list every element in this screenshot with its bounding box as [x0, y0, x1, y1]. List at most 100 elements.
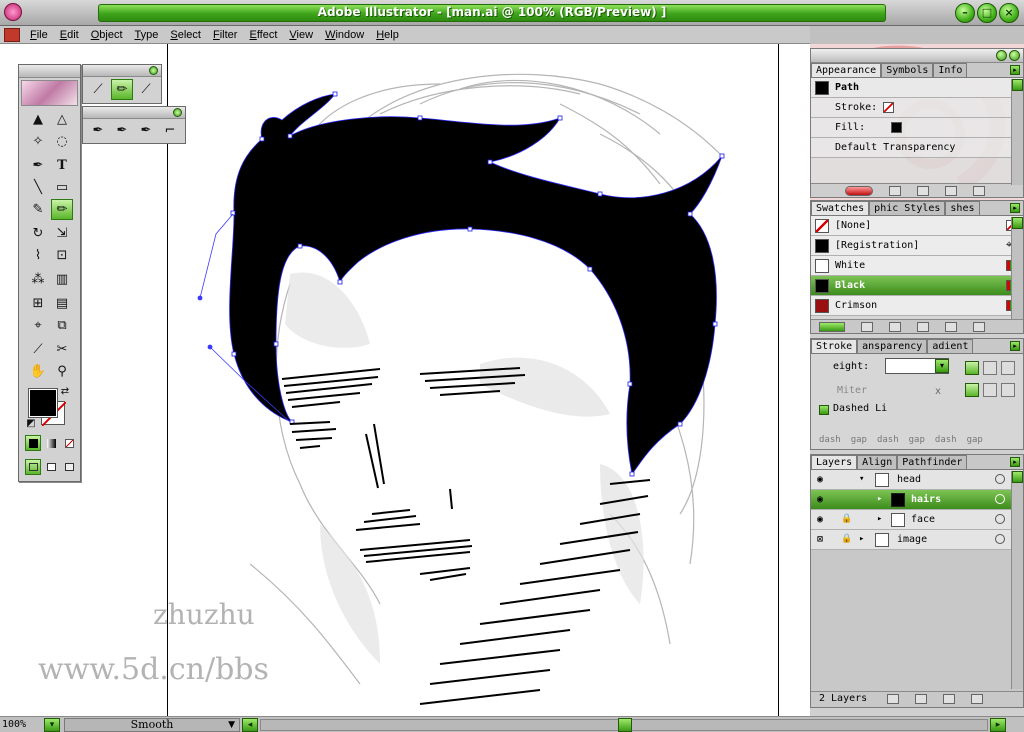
menu-edit[interactable]: Edit [54, 29, 85, 41]
close-button[interactable]: × [999, 3, 1019, 23]
visibility-eye-icon[interactable]: ◉ [817, 510, 823, 529]
duplicate-item-icon[interactable] [945, 185, 958, 196]
dash-2-label[interactable]: dash [877, 435, 899, 445]
bevel-join-button[interactable] [1001, 383, 1015, 397]
paintbrush-tool[interactable]: ✎ [27, 199, 49, 220]
rotate-tool[interactable]: ↻ [27, 223, 49, 244]
menu-view[interactable]: View [283, 29, 319, 41]
toolbox-handle[interactable] [19, 65, 80, 78]
warp-tool[interactable]: ⌇ [27, 245, 49, 266]
status-mode-field[interactable]: Smooth ▼ [64, 718, 240, 732]
full-screen-mode-button[interactable] [61, 459, 77, 475]
lock-icon[interactable]: 🔒 [841, 510, 852, 529]
scroll-left-icon[interactable]: ◂ [242, 718, 258, 732]
new-art-basic-icon[interactable] [845, 185, 873, 196]
tab-appearance[interactable]: Appearance [811, 63, 882, 77]
maximize-button[interactable]: □ [977, 3, 997, 23]
status-dropdown-icon[interactable]: ▼ [228, 719, 235, 731]
stroke-none-swatch[interactable] [883, 101, 895, 113]
panel-minimize-icon[interactable] [996, 50, 1007, 61]
free-transform-tool[interactable]: ⊡ [51, 245, 73, 266]
tab-brushes[interactable]: shes [945, 201, 980, 215]
artboard-canvas[interactable]: zhuzhu www.5d.cn/bbs [0, 44, 810, 716]
none-mode-button[interactable] [61, 435, 77, 451]
new-layer-icon[interactable] [943, 693, 956, 704]
target-icon[interactable] [995, 494, 1005, 504]
gradient-tool[interactable]: ▤ [51, 293, 73, 314]
standard-screen-mode-button[interactable] [25, 459, 41, 475]
dash-3-label[interactable]: dash [935, 435, 957, 445]
color-mode-button[interactable] [25, 435, 41, 451]
new-sublayer-icon[interactable] [915, 693, 928, 704]
line-tool[interactable]: ╲ [27, 177, 49, 198]
panel-header[interactable] [811, 49, 1023, 63]
scissors-tool[interactable]: ✂ [51, 339, 73, 360]
visibility-eye-icon[interactable]: ◉ [817, 490, 823, 509]
visibility-eye-icon[interactable]: ◉ [817, 470, 823, 489]
layer-row-head[interactable]: ◉ ▾ head [811, 470, 1023, 490]
slice-tool[interactable]: ⟋ [27, 339, 49, 360]
menu-type[interactable]: Type [129, 29, 165, 41]
butt-cap-button[interactable] [965, 361, 979, 375]
round-join-button[interactable] [983, 383, 997, 397]
swatches-scrollbar[interactable] [1011, 217, 1023, 319]
menu-filter[interactable]: Filter [207, 29, 243, 41]
direct-selection-tool[interactable]: △ [51, 109, 73, 130]
target-icon[interactable] [995, 514, 1005, 524]
fill-swatch[interactable] [28, 388, 58, 418]
convert-anchor-tool[interactable]: ⌐ [159, 120, 181, 141]
show-all-swatches-icon[interactable] [819, 321, 845, 332]
scroll-up-icon[interactable] [1012, 79, 1023, 91]
tab-transparency[interactable]: ansparency [857, 339, 928, 353]
swap-fill-stroke-icon[interactable]: ⇄ [59, 385, 71, 397]
flyout-handle[interactable] [83, 65, 161, 77]
panel-menu-icon[interactable]: ▸ [1010, 65, 1020, 75]
tab-stroke[interactable]: Stroke [811, 339, 858, 353]
magic-wand-tool[interactable]: ✧ [27, 131, 49, 152]
gap-2-label[interactable]: gap [909, 435, 925, 445]
selection-tool[interactable]: ▲ [27, 109, 49, 130]
minimize-button[interactable]: – [955, 3, 975, 23]
panel-menu-icon[interactable]: ▸ [1010, 203, 1020, 213]
delete-item-icon[interactable] [973, 185, 986, 196]
show-pattern-swatches-icon[interactable] [917, 321, 930, 332]
menu-object[interactable]: Object [85, 29, 129, 41]
clear-appearance-icon[interactable] [889, 185, 902, 196]
scroll-up-icon[interactable] [1012, 471, 1023, 483]
appearance-stroke-row[interactable]: Stroke: [811, 98, 1023, 118]
tab-gradient[interactable]: adient [927, 339, 974, 353]
swatch-none[interactable]: [None] [811, 216, 1023, 236]
layers-scrollbar[interactable] [1011, 471, 1023, 689]
eyedropper-tool[interactable]: ⌖ [27, 315, 49, 336]
fill-black-swatch[interactable] [891, 121, 903, 133]
mesh-tool[interactable]: ⊞ [27, 293, 49, 314]
panel-close-icon[interactable] [1009, 50, 1020, 61]
target-icon[interactable] [995, 474, 1005, 484]
tab-swatches[interactable]: Swatches [811, 201, 870, 215]
weight-dropdown-icon[interactable]: ▾ [935, 359, 949, 373]
zoom-dropdown-icon[interactable]: ▾ [44, 718, 60, 732]
reduce-basic-icon[interactable] [917, 185, 930, 196]
app-logo-icon[interactable] [4, 3, 22, 21]
menu-window[interactable]: Window [319, 29, 370, 41]
appearance-scrollbar[interactable] [1011, 79, 1023, 185]
symbol-sprayer-tool[interactable]: ⁂ [27, 269, 49, 290]
expand-triangle-icon[interactable]: ▾ [859, 470, 864, 489]
gap-1-label[interactable]: gap [851, 435, 867, 445]
pen-tool[interactable]: ✒ [27, 155, 49, 176]
swatch-crimson[interactable]: Crimson [811, 296, 1023, 316]
show-color-swatches-icon[interactable] [861, 321, 874, 332]
appearance-item-row[interactable]: Path [811, 78, 1023, 98]
delete-layer-icon[interactable] [971, 693, 984, 704]
swatch-registration[interactable]: [Registration] ⌖ [811, 236, 1023, 256]
show-gradient-swatches-icon[interactable] [889, 321, 902, 332]
smooth-flyout-tool[interactable]: ⟋ [135, 79, 157, 100]
delete-swatch-icon[interactable] [973, 321, 986, 332]
lock-icon[interactable]: 🔒 [841, 530, 852, 549]
appearance-fill-row[interactable]: Fill: [811, 118, 1023, 138]
dashed-line-checkbox[interactable] [819, 405, 829, 415]
scale-tool[interactable]: ⇲ [51, 223, 73, 244]
default-colors-icon[interactable]: ◩ [25, 417, 37, 429]
expand-triangle-icon[interactable]: ▸ [877, 490, 882, 509]
zoom-tool[interactable]: ⚲ [51, 361, 73, 382]
